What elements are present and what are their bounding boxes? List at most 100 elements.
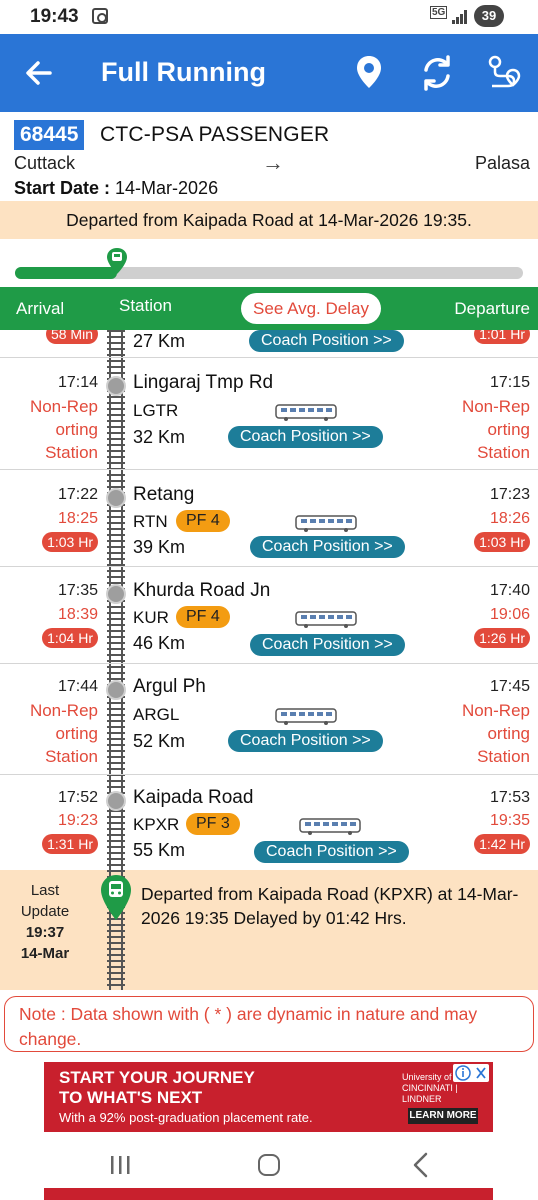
origin-station: Cuttack	[14, 153, 76, 173]
route-arrow-icon: →	[262, 150, 284, 175]
station-dot	[106, 584, 126, 604]
departure-delay-badge: 1:26 Hr	[474, 628, 530, 648]
arrival-scheduled: 17:22	[57, 486, 98, 503]
station-row[interactable]: 17:22 18:25 1:03 Hr Retang RTN PF 4 39 K…	[0, 470, 538, 567]
station-code: ARGL	[133, 705, 180, 724]
station-name: Retang	[133, 484, 195, 505]
app-bar: Full Running	[0, 34, 538, 112]
arrival-delay-badge: 1:03 Hr	[42, 532, 98, 552]
station-dot	[106, 488, 126, 508]
signal-icon	[452, 10, 468, 24]
advertisement-banner[interactable]: START YOUR JOURNEY TO WHAT'S NEXT With a…	[44, 1062, 493, 1132]
arrival-actual: 19:23	[57, 812, 98, 829]
departure-scheduled: 17:15	[489, 374, 530, 391]
departure-scheduled: 17:53	[489, 789, 530, 806]
coach-position-button[interactable]: Coach Position >>	[250, 634, 405, 656]
network-type: 5G	[430, 6, 448, 19]
station-name: Kaipada Road	[133, 787, 254, 808]
station-distance: 27 Km	[133, 331, 186, 351]
nav-back-icon[interactable]	[410, 1152, 430, 1178]
station-dot	[106, 376, 126, 396]
departure-delay-badge: 1:01 Hr	[474, 330, 530, 344]
journey-progress-bar	[15, 267, 523, 279]
platform-badge: PF 4	[176, 510, 230, 532]
last-update-label-line1: Last	[30, 882, 60, 899]
last-update-label: Last Update 19:37 14-Mar	[10, 880, 80, 964]
departure-column-label: Departure	[454, 299, 530, 318]
train-coach-icon	[275, 708, 337, 725]
battery-level: 39	[474, 5, 504, 27]
status-time: 19:43	[30, 6, 79, 27]
status-banner: Departed from Kaipada Road at 14-Mar-202…	[0, 201, 538, 239]
recent-apps-icon[interactable]	[108, 1155, 132, 1175]
train-coach-icon	[295, 515, 357, 532]
screen-record-icon	[92, 8, 108, 24]
train-coach-icon	[295, 611, 357, 628]
station-row[interactable]: 17:44 Non-Rep orting Station Argul Ph AR…	[0, 664, 538, 775]
arrival-status: Non-Rep orting Station	[29, 701, 98, 766]
column-header: Arrival Station See Avg. Delay Departure	[0, 287, 538, 330]
last-update-time: 19:37	[25, 924, 65, 941]
station-row[interactable]: 17:52 19:23 1:31 Hr Kaipada Road KPXR PF…	[0, 775, 538, 870]
station-column-label: Station	[119, 296, 172, 315]
page-title: Full Running	[101, 57, 266, 87]
refresh-icon[interactable]	[418, 54, 456, 92]
arrival-status: Non-Rep orting Station	[29, 397, 98, 462]
arrival-column-label: Arrival	[16, 299, 65, 318]
station-code: KUR	[133, 608, 169, 627]
station-distance: 39 Km	[133, 537, 186, 557]
journey-progress-fill	[15, 267, 117, 279]
coach-position-button[interactable]: Coach Position >>	[228, 730, 383, 752]
see-avg-delay-button[interactable]: See Avg. Delay	[241, 293, 381, 324]
coach-position-button[interactable]: Coach Position >>	[254, 841, 409, 863]
ad-headline-1: START YOUR JOURNEY	[59, 1068, 255, 1087]
station-distance: 46 Km	[133, 633, 186, 653]
destination-station: Palasa	[474, 153, 530, 173]
ad-overflow-strip	[44, 1188, 493, 1200]
platform-badge: PF 4	[176, 606, 230, 628]
ad-subtext: With a 92% post-graduation placement rat…	[59, 1110, 313, 1125]
start-date-label: Start Date :	[14, 178, 116, 198]
ad-headline-2: TO WHAT'S NEXT	[59, 1088, 203, 1107]
dynamic-data-note: Note : Data shown with ( * ) are dynamic…	[4, 996, 534, 1052]
location-pin-icon[interactable]	[354, 54, 384, 90]
current-train-marker-icon	[101, 875, 131, 920]
station-row[interactable]: 17:35 18:39 1:04 Hr Khurda Road Jn KUR P…	[0, 567, 538, 664]
home-icon[interactable]	[258, 1154, 280, 1176]
ad-info-icon[interactable]	[453, 1064, 489, 1082]
last-update-message: Departed from Kaipada Road (KPXR) at 14-…	[141, 884, 519, 928]
last-update-date: 14-Mar	[20, 945, 70, 962]
coach-position-button[interactable]: Coach Position >>	[249, 330, 404, 352]
app-screen: 19:43 5G 39 Full Running 68445 CTC-PSA P…	[0, 0, 538, 1200]
departure-status: Non-Rep orting Station	[461, 397, 530, 462]
route-map-icon[interactable]	[486, 54, 522, 92]
station-name: Lingaraj Tmp Rd	[133, 372, 274, 393]
ad-learn-more-button[interactable]: LEARN MORE	[408, 1108, 478, 1124]
departure-scheduled: 17:45	[489, 678, 530, 695]
train-coach-icon	[299, 818, 361, 835]
departure-scheduled: 17:23	[489, 486, 530, 503]
departure-scheduled: 17:40	[489, 582, 530, 599]
train-coach-icon	[275, 404, 337, 421]
station-code: KPXR	[133, 815, 180, 834]
departure-actual: 19:35	[489, 812, 530, 829]
arrival-scheduled: 17:14	[57, 374, 98, 391]
station-distance: 52 Km	[133, 731, 186, 751]
arrival-delay-badge: 58 Min	[45, 330, 98, 344]
station-row[interactable]: 17:14 Non-Rep orting Station Lingaraj Tm…	[0, 358, 538, 470]
status-bar: 19:43 5G 39	[0, 0, 538, 34]
coach-position-button[interactable]: Coach Position >>	[250, 536, 405, 558]
start-date: Start Date : 14-Mar-2026	[14, 178, 218, 199]
arrival-scheduled: 17:44	[57, 678, 98, 695]
departure-delay-badge: 1:03 Hr	[474, 532, 530, 552]
last-update-panel: Last Update 19:37 14-Mar Departed from K…	[0, 870, 538, 990]
arrival-actual: 18:39	[57, 606, 98, 623]
departure-actual: 19:06	[489, 606, 530, 623]
back-arrow-icon[interactable]	[22, 56, 56, 90]
arrival-scheduled: 17:35	[57, 582, 98, 599]
station-code: RTN	[133, 512, 168, 531]
coach-position-button[interactable]: Coach Position >>	[228, 426, 383, 448]
departure-delay-badge: 1:42 Hr	[474, 834, 530, 854]
station-code: LGTR	[133, 401, 179, 420]
platform-badge: PF 3	[186, 813, 240, 835]
